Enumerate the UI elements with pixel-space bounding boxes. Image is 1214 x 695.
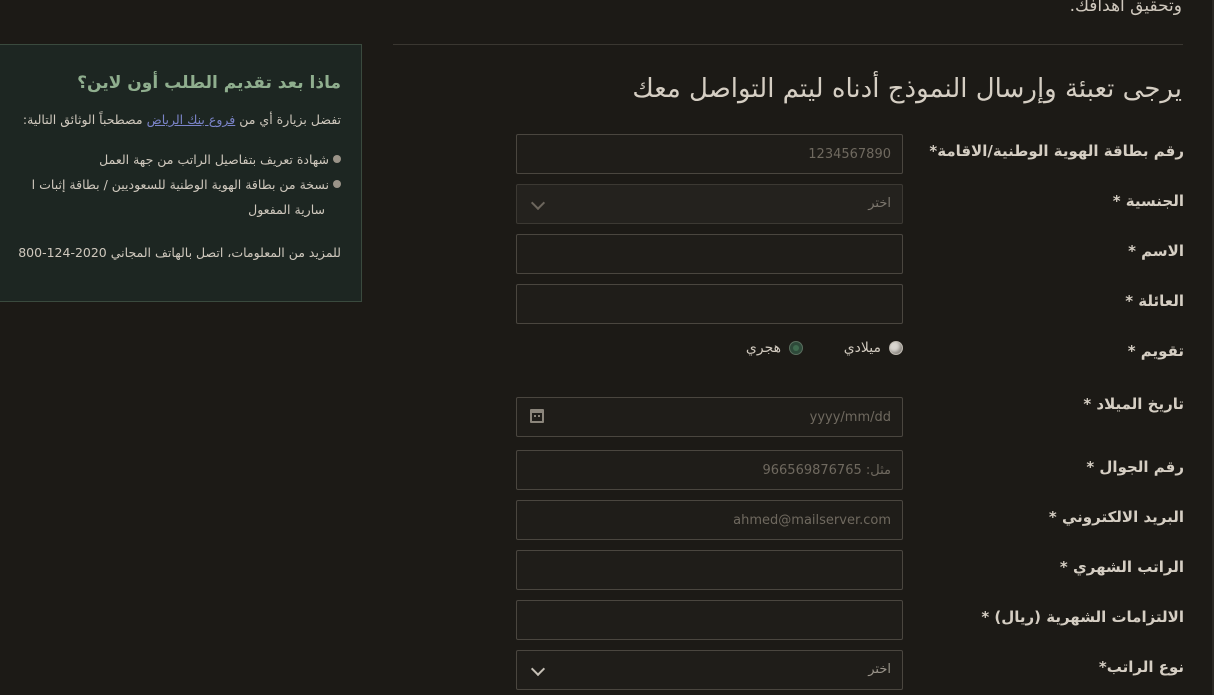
info-intro-suffix: مصطحباً الوثائق التالية: (22, 112, 143, 127)
mobile-input[interactable] (516, 450, 903, 490)
mobile-row: رقم الجوال * (516, 450, 1184, 490)
branches-link[interactable]: فروع بنك الرياض (147, 112, 236, 127)
radio-label: ميلادي (843, 340, 881, 356)
required-documents-list: شهادة تعريف بتفاصيل الراتب من جهة العمل … (0, 147, 341, 222)
first-name-row: الاسم * (516, 234, 1184, 274)
email-label: البريد الالكتروني * (1048, 508, 1184, 526)
info-panel-title: ماذا بعد تقديم الطلب أون لاين؟ (77, 73, 341, 93)
section-divider (393, 44, 1183, 45)
radio-label: هجري (745, 340, 781, 356)
salary-type-label: نوع الراتب* (1098, 658, 1184, 676)
chevron-down-icon (530, 195, 546, 211)
mobile-label: رقم الجوال * (1086, 458, 1184, 476)
dob-input[interactable] (516, 397, 903, 437)
calendar-label: تقويم * (1127, 342, 1184, 360)
calendar-icon[interactable] (530, 409, 544, 423)
calendar-radio-group: ميلادي هجري (516, 340, 903, 364)
salary-type-select-value: اختر (868, 662, 891, 677)
email-row: البريد الالكتروني * (516, 500, 1184, 540)
monthly-salary-label: الراتب الشهري * (1059, 558, 1184, 576)
monthly-obligations-input[interactable] (516, 600, 903, 640)
list-item-text: شهادة تعريف بتفاصيل الراتب من جهة العمل (99, 152, 329, 167)
id-number-input[interactable] (516, 134, 903, 174)
monthly-salary-row: الراتب الشهري * (516, 550, 1184, 590)
salary-type-row: نوع الراتب* اختر (516, 650, 1184, 690)
calendar-option-hijri[interactable]: هجري (746, 340, 803, 356)
radio-button[interactable] (889, 341, 903, 355)
monthly-salary-input[interactable] (516, 550, 903, 590)
monthly-obligations-label: الالتزامات الشهرية (ريال) * (981, 608, 1184, 626)
radio-button[interactable] (789, 341, 803, 355)
family-name-label: العائلة * (1125, 292, 1184, 310)
dob-label: تاريخ الميلاد * (1083, 395, 1184, 413)
info-panel: ماذا بعد تقديم الطلب أون لاين؟ تفضل بزيا… (0, 44, 362, 302)
info-panel-footer: للمزيد من المعلومات، اتصل بالهاتف المجان… (18, 245, 341, 260)
family-name-row: العائلة * (516, 284, 1184, 324)
email-input[interactable] (516, 500, 903, 540)
intro-text-tail: وتحقيق أهدافك. (1069, 0, 1182, 16)
nationality-row: الجنسية * اختر (516, 184, 1184, 224)
info-panel-intro: تفضل بزيارة أي من فروع بنك الرياض مصطحبا… (23, 112, 341, 127)
nationality-label: الجنسية * (1112, 192, 1184, 210)
id-number-label: رقم بطاقة الهوية الوطنية/الاقامة* (929, 142, 1184, 160)
info-intro-prefix: تفضل بزيارة أي من (239, 112, 341, 127)
first-name-label: الاسم * (1128, 242, 1184, 260)
family-name-input[interactable] (516, 284, 903, 324)
salary-type-select[interactable]: اختر (516, 650, 903, 690)
form-title: يرجى تعبئة وإرسال النموذج أدناه ليتم الت… (632, 74, 1182, 104)
id-number-row: رقم بطاقة الهوية الوطنية/الاقامة* (516, 134, 1184, 174)
list-item-text: نسخة من بطاقة الهوية الوطنية للسعوديين /… (31, 177, 329, 192)
first-name-input[interactable] (516, 234, 903, 274)
nationality-select[interactable]: اختر (516, 184, 903, 224)
monthly-obligations-row: الالتزامات الشهرية (ريال) * (516, 600, 1184, 640)
list-item-continuation: سارية المفعول (248, 202, 325, 217)
chevron-down-icon (530, 661, 546, 677)
list-item: شهادة تعريف بتفاصيل الراتب من جهة العمل (0, 147, 341, 172)
calendar-row: تقويم * ميلادي هجري (516, 334, 1184, 374)
list-item: نسخة من بطاقة الهوية الوطنية للسعوديين /… (0, 172, 341, 222)
dob-row: تاريخ الميلاد * (516, 395, 1184, 437)
calendar-option-gregorian[interactable]: ميلادي (844, 340, 903, 356)
nationality-select-value: اختر (868, 196, 891, 211)
